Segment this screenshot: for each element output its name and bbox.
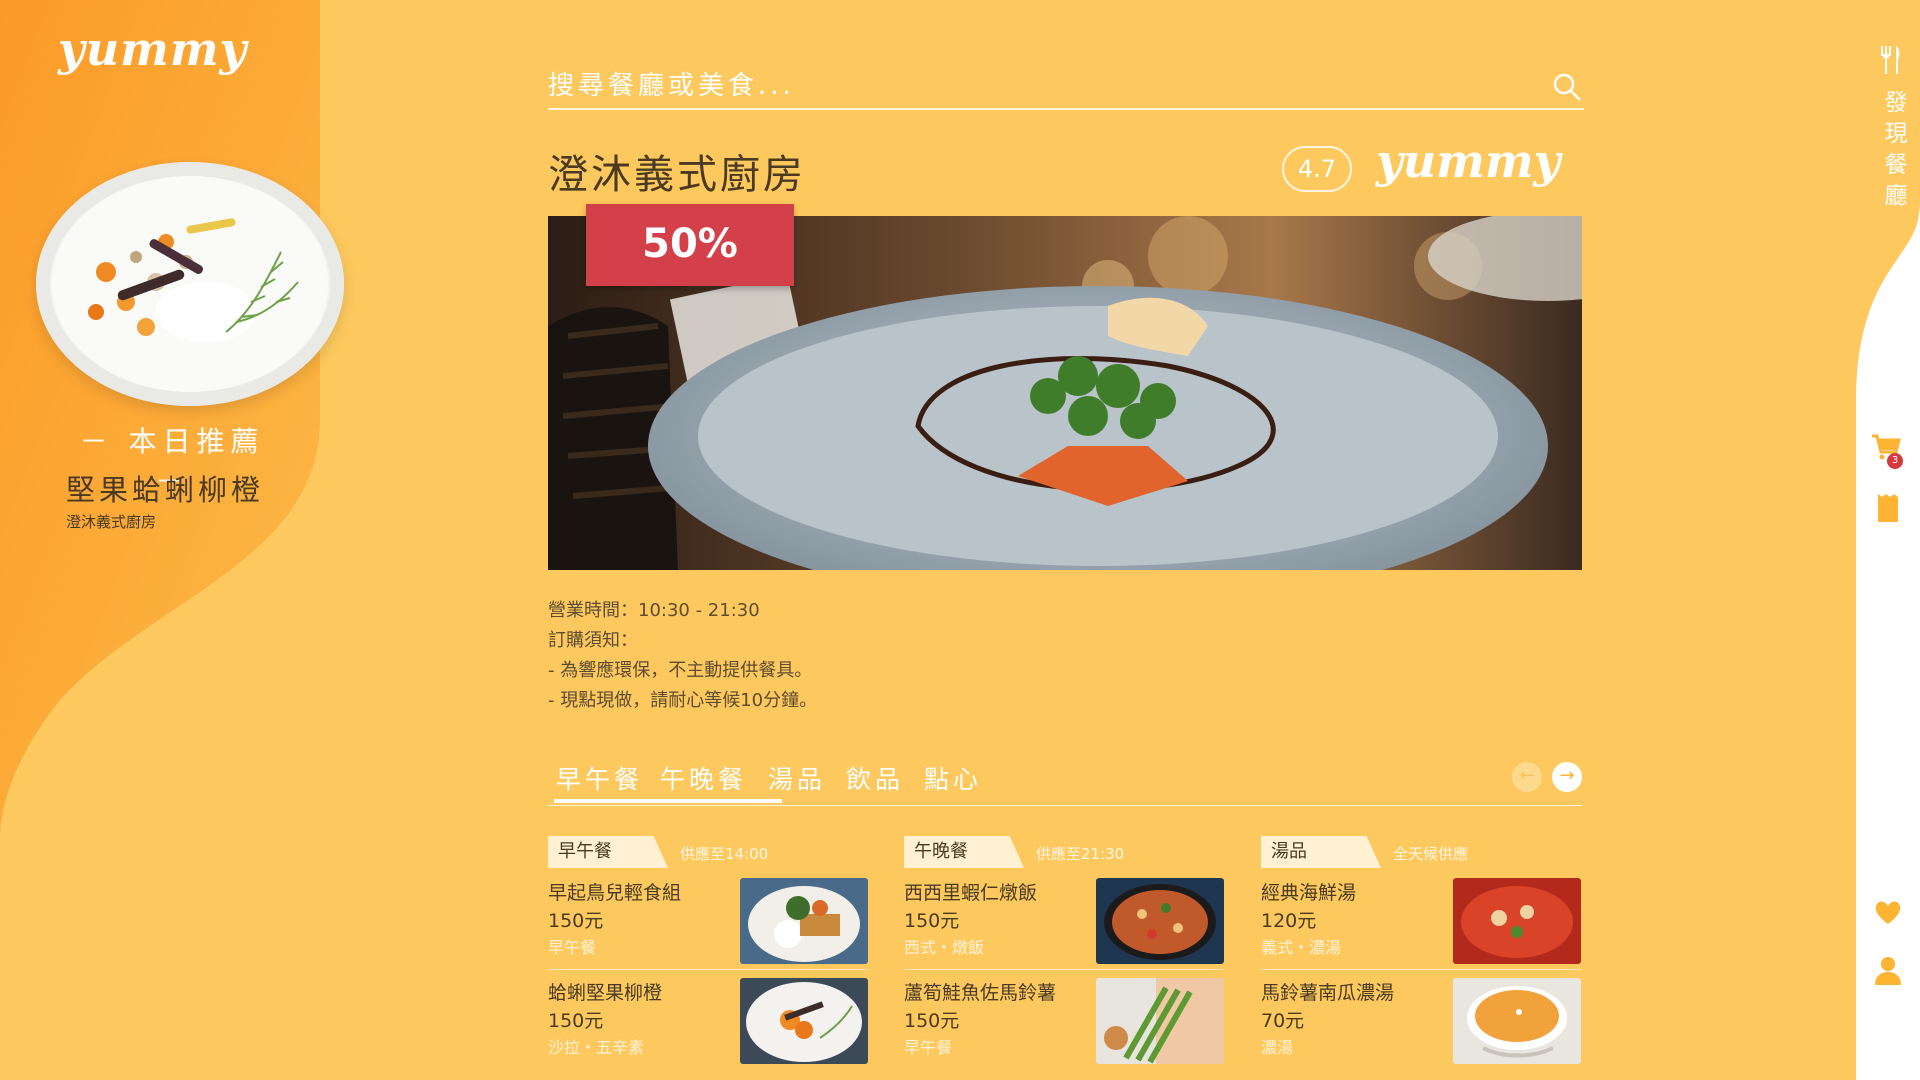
menu-item-name: 經典海鮮湯 [1261, 882, 1357, 904]
menu-item[interactable]: 早起鳥兒輕食組 150元 早午餐 [548, 870, 868, 970]
restaurant-title: 澄沐義式廚房 [548, 152, 806, 198]
user-icon[interactable] [1872, 954, 1904, 986]
menu-item[interactable]: 馬鈴薯南瓜濃湯 70元 濃湯 [1261, 970, 1581, 1070]
menu-item-category: 義式・濃湯 [1261, 938, 1342, 957]
menu-column-brunch: 早午餐 供應至14:00 早起鳥兒輕食組 150元 早午餐 蛤蜊堅果柳橙 150… [548, 836, 868, 1070]
menu-item-category: 早午餐 [904, 1038, 953, 1057]
menu-item[interactable]: 蘆筍鮭魚佐馬鈴薯 150元 早午餐 [904, 970, 1224, 1070]
order-notice-item: - 現點現做，請耐心等候10分鐘。 [548, 690, 818, 711]
menu-item[interactable]: 西西里蝦仁燉飯 150元 西式・燉飯 [904, 870, 1224, 970]
tab-drinks[interactable]: 飲品 [846, 760, 904, 796]
menu-item-image[interactable] [1096, 878, 1224, 964]
menu-item[interactable]: 經典海鮮湯 120元 義式・濃湯 [1261, 870, 1581, 970]
category-tag: 湯品 [1261, 836, 1381, 868]
menu-item-image[interactable] [740, 978, 868, 1064]
menu-item-category: 西式・燉飯 [904, 938, 985, 957]
restaurant-info: 營業時間：10:30 - 21:30 訂購須知： - 為響應環保，不主動提供餐具… [548, 596, 817, 716]
order-notice-item: - 為響應環保，不主動提供餐具。 [548, 660, 813, 681]
rating-badge: 4.7 [1282, 146, 1352, 192]
menu-item-image[interactable] [1096, 978, 1224, 1064]
category-tag: 早午餐 [548, 836, 668, 868]
order-notice-title: 訂購須知： [548, 630, 638, 651]
utensils-icon[interactable] [1874, 44, 1906, 76]
menu-item-name: 蘆筍鮭魚佐馬鈴薯 [904, 982, 1057, 1004]
recommend-restaurant-name[interactable]: 澄沐義式廚房 [66, 511, 156, 532]
menu-column-lunch-dinner: 午晚餐 供應至21:30 西西里蝦仁燉飯 150元 西式・燉飯 蘆筍鮭魚佐馬鈴薯… [904, 836, 1224, 1070]
brand-logo-main: yummy [1376, 134, 1561, 188]
receipt-icon[interactable] [1872, 492, 1904, 524]
menu-tabs: 早午餐 午晚餐 湯品 飲品 點心 ← → [548, 752, 1582, 806]
discover-restaurants-link[interactable]: 發現餐廳 [1876, 90, 1910, 214]
sidebar-background [0, 0, 320, 840]
menu-item-name: 早起鳥兒輕食組 [548, 882, 682, 904]
discount-badge: 50% [586, 204, 794, 286]
prev-arrow-button[interactable]: ← [1512, 762, 1542, 792]
menu-item-category: 沙拉・五辛素 [548, 1038, 645, 1057]
menu-item-image[interactable] [1453, 978, 1581, 1064]
category-serving-time: 供應至14:00 [680, 845, 769, 863]
recommend-dish-name[interactable]: 堅果蛤蜊柳橙 [66, 467, 264, 509]
menu-item-price: 150元 [548, 910, 604, 932]
menu-column-soup: 湯品 全天候供應 經典海鮮湯 120元 義式・濃湯 馬鈴薯南瓜濃湯 70元 濃湯 [1261, 836, 1581, 1070]
menu-item-image[interactable] [740, 878, 868, 964]
menu-item-image[interactable] [1453, 878, 1581, 964]
cart-count-badge: 3 [1887, 453, 1903, 469]
menu-item-name: 馬鈴薯南瓜濃湯 [1261, 982, 1395, 1004]
menu-item-name: 蛤蜊堅果柳橙 [548, 982, 663, 1004]
menu-item-price: 70元 [1261, 1010, 1305, 1032]
menu-item-price: 150元 [904, 1010, 960, 1032]
menu-item-name: 西西里蝦仁燉飯 [904, 882, 1038, 904]
menu-item-price: 120元 [1261, 910, 1317, 932]
menu-item-price: 150元 [904, 910, 960, 932]
brand-logo[interactable]: yummy [58, 22, 247, 76]
menu-item-category: 早午餐 [548, 938, 597, 957]
category-serving-time: 供應至21:30 [1036, 845, 1125, 863]
business-hours: 營業時間：10:30 - 21:30 [548, 600, 760, 621]
search-icon[interactable] [1550, 70, 1584, 104]
menu-item-price: 150元 [548, 1010, 604, 1032]
next-arrow-button[interactable]: → [1552, 762, 1582, 792]
tab-dessert[interactable]: 點心 [924, 760, 982, 796]
menu-item[interactable]: 蛤蜊堅果柳橙 150元 沙拉・五辛素 [548, 970, 868, 1070]
recommended-dish-image[interactable] [36, 162, 344, 406]
tab-lunch-dinner[interactable]: 午晚餐 [660, 760, 747, 796]
heart-icon[interactable] [1872, 896, 1904, 928]
active-tab-indicator [554, 799, 782, 803]
category-serving-time: 全天候供應 [1393, 845, 1469, 863]
search-input[interactable] [548, 66, 1508, 106]
search-bar [548, 66, 1584, 110]
menu-item-category: 濃湯 [1261, 1038, 1294, 1057]
tab-brunch[interactable]: 早午餐 [556, 760, 643, 796]
category-tag: 午晚餐 [904, 836, 1024, 868]
tab-soup[interactable]: 湯品 [768, 760, 826, 796]
